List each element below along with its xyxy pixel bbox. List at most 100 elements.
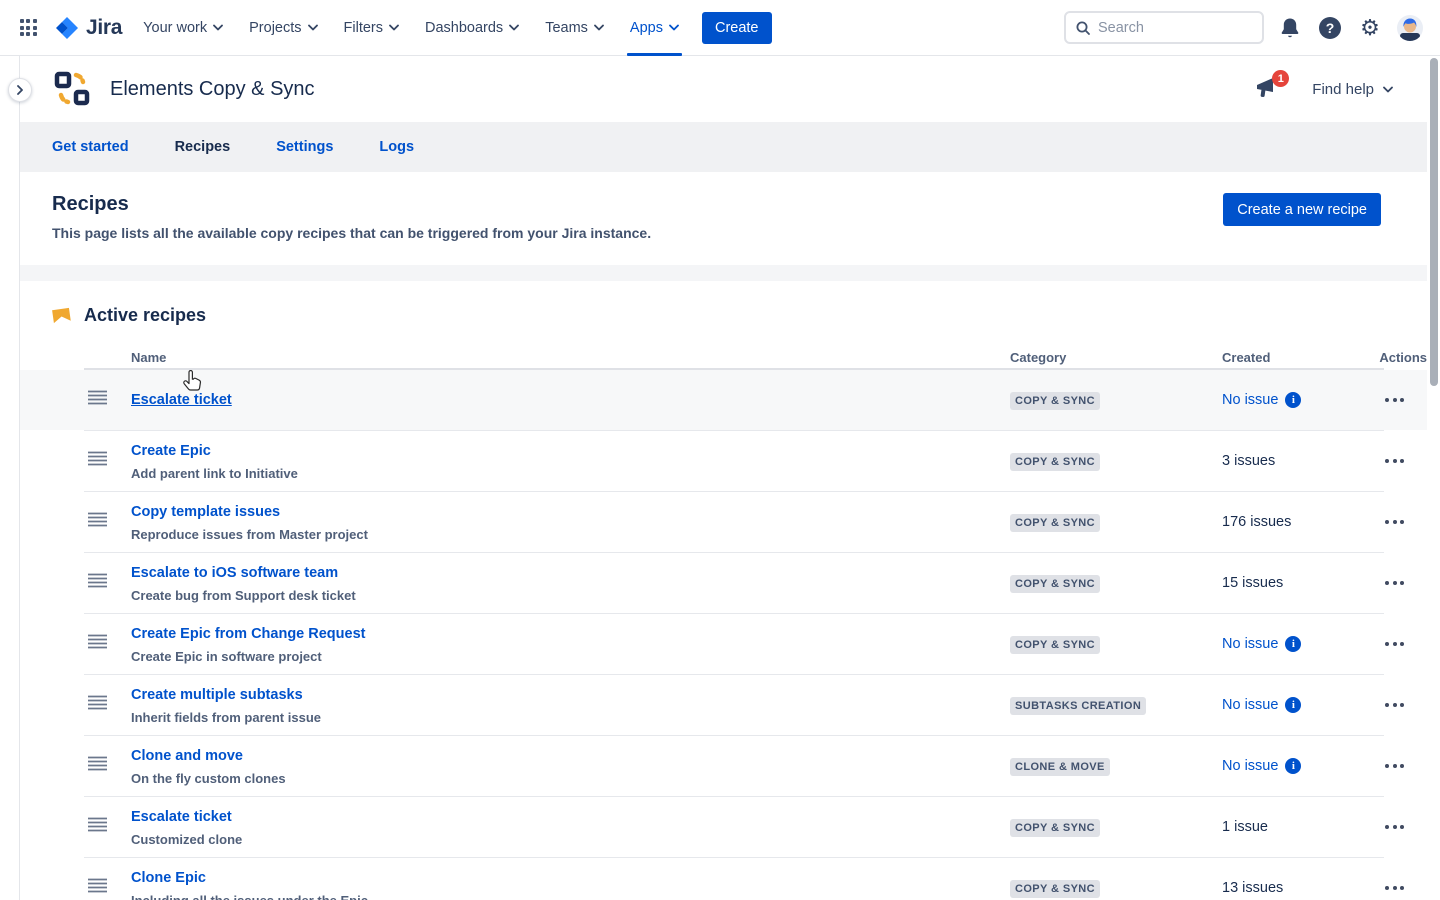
recipe-link[interactable]: Copy template issues [131,504,280,520]
app-header: Elements Copy & Sync 1 Find help [20,56,1427,122]
table-row: Create multiple subtasks Inherit fields … [20,675,1427,735]
info-icon[interactable]: i [1285,636,1301,652]
bookmark-flag-icon [51,306,72,324]
more-actions-button[interactable] [1381,453,1408,469]
drag-handle-icon[interactable] [88,695,107,715]
notification-count-badge: 1 [1272,70,1289,87]
drag-handle-icon[interactable] [88,573,107,593]
more-actions-button[interactable] [1381,636,1408,652]
app-switcher-button[interactable] [12,12,44,44]
recipe-link[interactable]: Escalate ticket [131,809,232,825]
category-badge: COPY & SYNC [1010,453,1100,471]
recipe-created-cell: 176 issues [1222,514,1362,530]
jira-logo-icon [54,15,80,41]
recipe-created-cell: No issue i [1222,697,1362,713]
info-icon[interactable]: i [1285,758,1301,774]
create-new-recipe-button[interactable]: Create a new recipe [1223,193,1381,226]
recipe-link[interactable]: Clone Epic [131,870,206,886]
recipe-name-block: Create Epic Add parent link to Initiativ… [131,442,1010,481]
nav-dashboards[interactable]: Dashboards [412,0,532,56]
recipe-description: Including all the issues under the Epic [131,893,986,900]
more-actions-button[interactable] [1381,758,1408,774]
recipe-name-block: Escalate to iOS software team Create bug… [131,564,1010,603]
recipes-table-body: Escalate ticket COPY & SYNC No issue i [20,370,1427,900]
top-navigation: Jira Your work Projects Filters Dashboar… [0,0,1440,56]
profile-button[interactable] [1394,12,1426,44]
nav-projects[interactable]: Projects [236,0,330,56]
category-badge: SUBTASKS CREATION [1010,697,1146,715]
drag-handle-icon[interactable] [88,512,107,532]
recipe-link[interactable]: Escalate to iOS software team [131,565,338,581]
expand-sidebar-button[interactable] [8,78,32,102]
nav-teams[interactable]: Teams [532,0,617,56]
help-button[interactable]: ? [1314,12,1346,44]
recipe-link[interactable]: Escalate ticket [131,392,232,408]
category-badge: CLONE & MOVE [1010,758,1110,776]
recipe-created-cell: No issue i [1222,636,1362,652]
global-search[interactable] [1064,11,1264,44]
more-actions-button[interactable] [1381,819,1408,835]
more-actions-button[interactable] [1381,697,1408,713]
drag-handle-icon[interactable] [88,390,107,410]
gear-icon: ⚙ [1360,17,1380,39]
settings-button[interactable]: ⚙ [1354,12,1386,44]
recipe-name-block: Clone and move On the fly custom clones [131,747,1010,786]
recipe-actions-cell [1362,453,1427,469]
info-icon[interactable]: i [1285,697,1301,713]
nav-your-work[interactable]: Your work [130,0,236,56]
search-input[interactable] [1098,20,1238,36]
more-actions-button[interactable] [1381,514,1408,530]
recipe-category-cell: CLONE & MOVE [1010,757,1222,776]
more-actions-button[interactable] [1381,575,1408,591]
tab-get-started[interactable]: Get started [52,139,129,155]
drag-handle-icon[interactable] [88,817,107,837]
recipe-name-block: Create Epic from Change Request Create E… [131,625,1010,664]
recipe-name-block: Escalate ticket Customized clone [131,808,1010,847]
find-help-dropdown[interactable]: Find help [1312,81,1393,98]
tab-recipes[interactable]: Recipes [175,139,231,155]
create-button[interactable]: Create [702,12,772,44]
created-value: No issue [1222,636,1278,652]
chevron-down-icon [389,24,399,31]
chevron-right-icon [16,85,24,95]
jira-home-link[interactable]: Jira [44,15,130,41]
drag-handle-icon[interactable] [88,451,107,471]
recipe-link[interactable]: Create Epic [131,443,211,459]
tab-settings[interactable]: Settings [276,139,333,155]
category-badge: COPY & SYNC [1010,880,1100,898]
vertical-scrollbar[interactable] [1427,56,1440,900]
recipe-created-cell: 15 issues [1222,575,1362,591]
drag-handle-icon[interactable] [88,634,107,654]
nav-filters[interactable]: Filters [331,0,412,56]
left-rail [0,56,20,900]
column-actions: Actions [1362,350,1427,365]
section-title: Active recipes [84,305,206,326]
announcements-button[interactable]: 1 [1254,76,1282,102]
recipe-name-block: Escalate ticket [131,391,1010,409]
created-value: No issue [1222,392,1278,408]
more-actions-button[interactable] [1381,880,1408,896]
nav-apps[interactable]: Apps [617,0,692,56]
recipe-category-cell: COPY & SYNC [1010,574,1222,593]
category-badge: COPY & SYNC [1010,575,1100,593]
recipe-actions-cell [1362,697,1427,713]
created-value: 13 issues [1222,880,1283,896]
chevron-down-icon [594,24,604,31]
recipe-created-cell: 1 issue [1222,819,1362,835]
tab-logs[interactable]: Logs [379,139,414,155]
elements-copy-sync-logo [52,69,92,109]
notifications-button[interactable] [1274,12,1306,44]
more-actions-button[interactable] [1381,392,1408,408]
recipe-category-cell: SUBTASKS CREATION [1010,696,1222,715]
recipe-description: Create Epic in software project [131,649,986,664]
recipe-category-cell: COPY & SYNC [1010,513,1222,532]
scrollbar-thumb[interactable] [1430,58,1438,386]
recipe-name-block: Create multiple subtasks Inherit fields … [131,686,1010,725]
recipe-link[interactable]: Create Epic from Change Request [131,626,365,642]
drag-handle-icon[interactable] [88,878,107,898]
recipe-link[interactable]: Create multiple subtasks [131,687,303,703]
recipe-link[interactable]: Clone and move [131,748,243,764]
info-icon[interactable]: i [1285,392,1301,408]
recipe-actions-cell [1362,514,1427,530]
drag-handle-icon[interactable] [88,756,107,776]
